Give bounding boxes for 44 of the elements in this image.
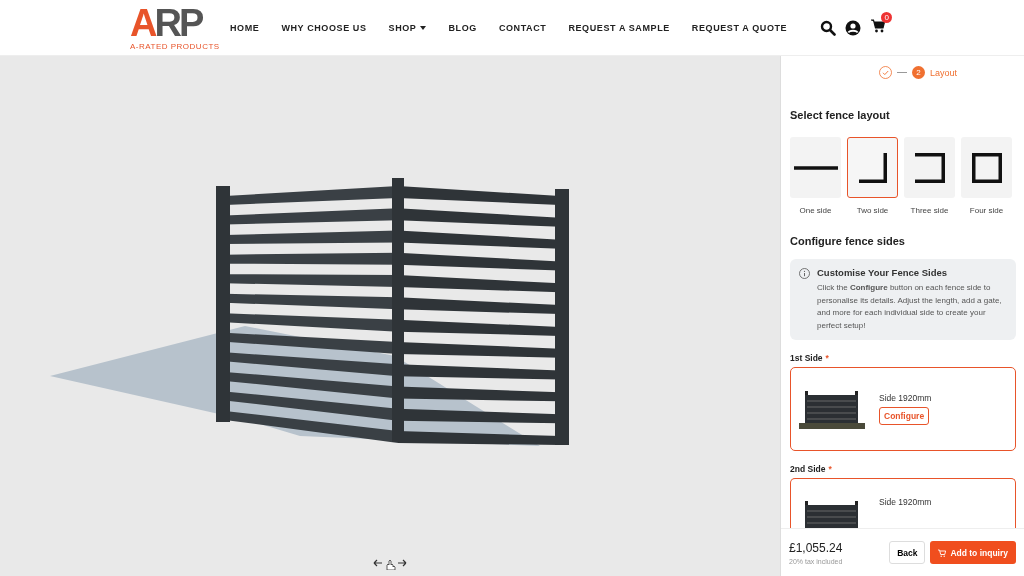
- back-button[interactable]: Back: [889, 541, 926, 564]
- nav-link[interactable]: SHOP: [377, 22, 438, 33]
- nav-link[interactable]: WHY CHOOSE US: [270, 22, 378, 33]
- cart-icon: [938, 548, 947, 557]
- side-length: Side 1920mm: [879, 497, 932, 507]
- nav-link[interactable]: REQUEST A SAMPLE: [557, 22, 681, 33]
- info-title: Customise Your Fence Sides: [817, 267, 949, 278]
- nav-link[interactable]: BLOG: [437, 22, 488, 33]
- side-label: 1st Side *: [790, 353, 830, 363]
- side-label: 2nd Side *: [790, 464, 833, 474]
- logo-tagline: A-RATED PRODUCTS: [130, 42, 220, 51]
- cart-count-badge: 0: [881, 11, 893, 23]
- option-label: Three side: [910, 206, 949, 215]
- section-title: Select fence layout: [790, 109, 891, 121]
- caret-icon: [420, 25, 427, 30]
- fence-layout-icon: [793, 165, 838, 170]
- option-label: Two side: [856, 206, 889, 215]
- step-number: 2: [912, 66, 925, 79]
- nav-link[interactable]: CONTACT: [487, 22, 558, 33]
- layout-option[interactable]: [961, 137, 1012, 198]
- info-icon: [799, 268, 810, 279]
- fence-layout-icon: [971, 152, 1002, 183]
- add-to-inquiry-button[interactable]: Add to inquiry: [930, 541, 1016, 564]
- fence-layout-icon: [914, 152, 945, 183]
- cart-icon[interactable]: [870, 17, 887, 34]
- account-icon[interactable]: [845, 19, 862, 36]
- configure-button[interactable]: Configure: [879, 407, 930, 425]
- info-text: Click the Configure button on each fence side to personalise its details. Adjust the length, add a gate, and more for each individual side to create your perfect setup!: [817, 282, 1003, 332]
- layout-option[interactable]: [847, 137, 898, 198]
- fence-layout-icon: [858, 152, 887, 183]
- layout-option[interactable]: [790, 137, 841, 198]
- section-title: Configure fence sides: [790, 235, 906, 247]
- nav-link[interactable]: HOME: [230, 22, 271, 33]
- option-label: One side: [799, 206, 832, 215]
- search-icon[interactable]: [820, 19, 837, 36]
- logo-wordmark[interactable]: ARP: [130, 4, 202, 42]
- nav-link[interactable]: REQUEST A QUOTE: [680, 22, 799, 33]
- side-length: Side 1920mm: [879, 393, 932, 403]
- layout-option[interactable]: [904, 137, 955, 198]
- side-card[interactable]: Side 1920mm Configure: [790, 367, 1016, 451]
- step-label: Layout: [930, 67, 957, 78]
- step-complete-icon: [879, 66, 892, 79]
- total-price: £1,055.24: [789, 540, 844, 555]
- option-label: Four side: [969, 206, 1004, 215]
